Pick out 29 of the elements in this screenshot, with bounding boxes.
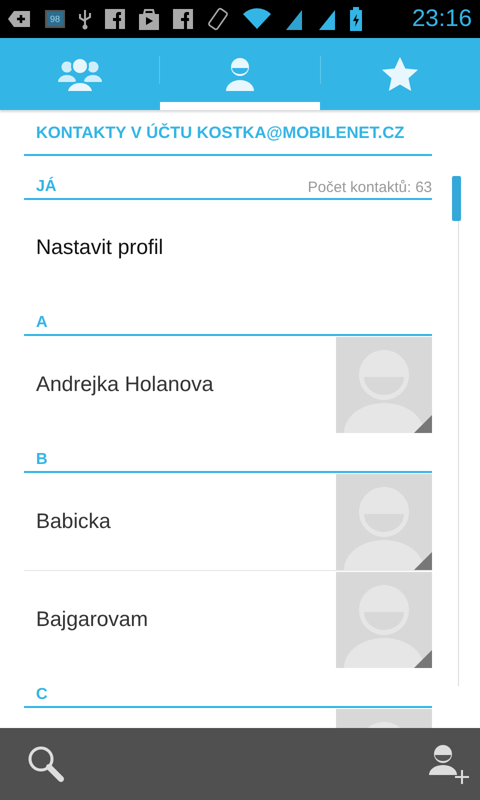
- section-header: JÁ: [36, 178, 56, 196]
- people-icon: [56, 56, 104, 92]
- contact-count: Počet kontaktů: 63: [308, 179, 432, 196]
- play-store-icon: [138, 8, 160, 30]
- add-person-icon: [428, 744, 470, 784]
- contact-name[interactable]: Bajgarovam: [36, 608, 148, 632]
- person-icon: [224, 57, 256, 91]
- search-button[interactable]: [26, 744, 66, 784]
- facebook-icon: [173, 9, 194, 29]
- section-header: A: [36, 314, 48, 332]
- contact-name[interactable]: Babicka: [36, 510, 111, 534]
- set-profile-item[interactable]: Nastavit profil: [36, 236, 164, 260]
- battery-notification: 98: [45, 10, 66, 28]
- usb-icon: [78, 8, 92, 30]
- star-icon: [382, 57, 418, 91]
- account-header: KONTAKTY V ÚČTU KOSTKA@MOBILENET.CZ: [36, 124, 404, 142]
- add-notification-icon: [8, 9, 32, 29]
- rotation-icon: [206, 7, 230, 31]
- add-contact-button[interactable]: [428, 744, 470, 784]
- facebook-icon: [105, 9, 126, 29]
- section-header: B: [36, 451, 48, 469]
- clock: 23:16: [412, 5, 472, 33]
- contact-name[interactable]: Andrejka Holanova: [36, 372, 214, 396]
- signal-icon: [317, 8, 338, 30]
- search-icon: [26, 744, 66, 784]
- signal-icon: [284, 8, 304, 30]
- wifi-icon: [243, 8, 272, 30]
- battery-charging-icon: [350, 7, 362, 31]
- section-header: C: [36, 686, 48, 704]
